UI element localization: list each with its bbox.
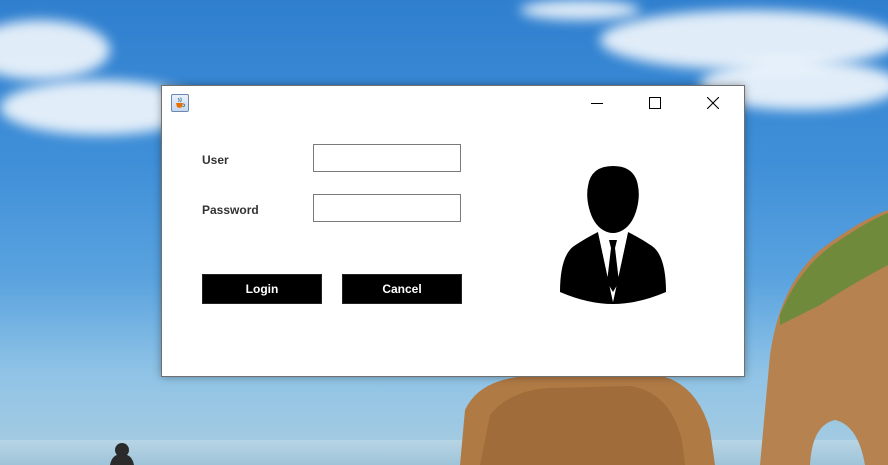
login-button[interactable]: Login <box>202 274 322 304</box>
person-silhouette <box>110 443 134 465</box>
cloud <box>520 0 640 20</box>
title-bar[interactable] <box>162 86 744 120</box>
minimize-button[interactable] <box>574 86 620 120</box>
cloud <box>0 20 110 80</box>
password-input[interactable] <box>313 194 461 222</box>
rock-formation <box>460 374 715 465</box>
cloud <box>600 10 888 70</box>
close-icon <box>707 97 719 109</box>
cancel-button[interactable]: Cancel <box>342 274 462 304</box>
java-cup-icon[interactable] <box>171 94 189 112</box>
maximize-icon <box>649 97 661 109</box>
business-user-avatar-icon <box>560 166 666 304</box>
sea-arch-rock <box>760 210 888 465</box>
maximize-button[interactable] <box>632 86 678 120</box>
password-label: Password <box>202 203 259 217</box>
user-label: User <box>202 153 229 167</box>
login-window: User Password Login Cancel <box>161 85 745 377</box>
minimize-icon <box>591 103 603 104</box>
close-button[interactable] <box>690 86 736 120</box>
user-input[interactable] <box>313 144 461 172</box>
